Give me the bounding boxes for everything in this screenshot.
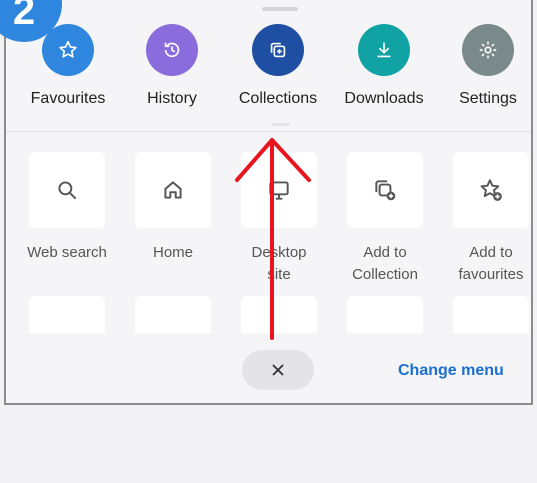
row2-tile-3[interactable] — [241, 296, 317, 333]
divider — [6, 131, 531, 132]
desktop-site-button[interactable]: Desktop site — [224, 152, 334, 286]
history-button[interactable]: History — [122, 24, 222, 108]
settings-button[interactable]: Settings — [438, 24, 531, 108]
home-label: Home — [152, 244, 193, 261]
home-icon — [135, 152, 211, 228]
row2-tile-4[interactable] — [347, 296, 423, 333]
search-icon — [29, 152, 105, 228]
web-search-button[interactable]: Web search — [12, 152, 122, 264]
history-label: History — [147, 90, 197, 107]
close-icon — [272, 364, 284, 376]
add-to-collection-button[interactable]: Add to Collection — [330, 152, 440, 286]
home-button[interactable]: Home — [118, 152, 228, 264]
downloads-button[interactable]: Downloads — [334, 24, 434, 108]
download-icon — [358, 24, 410, 76]
desktop-site-label: Desktop site — [251, 244, 307, 283]
collections-icon — [252, 24, 304, 76]
gear-icon — [462, 24, 514, 76]
add-to-collection-label: Add to Collection — [352, 244, 418, 283]
change-menu-link[interactable]: Change menu — [398, 362, 504, 380]
row2-tile-2[interactable] — [135, 296, 211, 333]
bottom-menu-sheet: Favourites History Collections Downloads… — [4, 0, 533, 405]
row2-tile-5[interactable] — [453, 296, 529, 333]
history-icon — [146, 24, 198, 76]
desktop-icon — [241, 152, 317, 228]
downloads-label: Downloads — [344, 90, 424, 107]
collections-button[interactable]: Collections — [228, 24, 328, 108]
add-collection-icon — [347, 152, 423, 228]
settings-label: Settings — [459, 90, 517, 107]
favourites-label: Favourites — [30, 90, 106, 107]
action-grid[interactable]: Web search Home Desktop site Add to Coll… — [6, 140, 531, 333]
add-to-favourites-button[interactable]: Add to favourites — [436, 152, 531, 286]
section-nub — [272, 123, 290, 126]
add-favourite-icon — [453, 152, 529, 228]
web-search-label: Web search — [27, 244, 107, 261]
collections-label: Collections — [238, 90, 318, 107]
add-to-favourites-label: Add to favourites — [458, 244, 524, 283]
drag-handle[interactable] — [262, 7, 298, 11]
close-button[interactable] — [242, 350, 314, 390]
row2-tile-1[interactable] — [29, 296, 105, 333]
